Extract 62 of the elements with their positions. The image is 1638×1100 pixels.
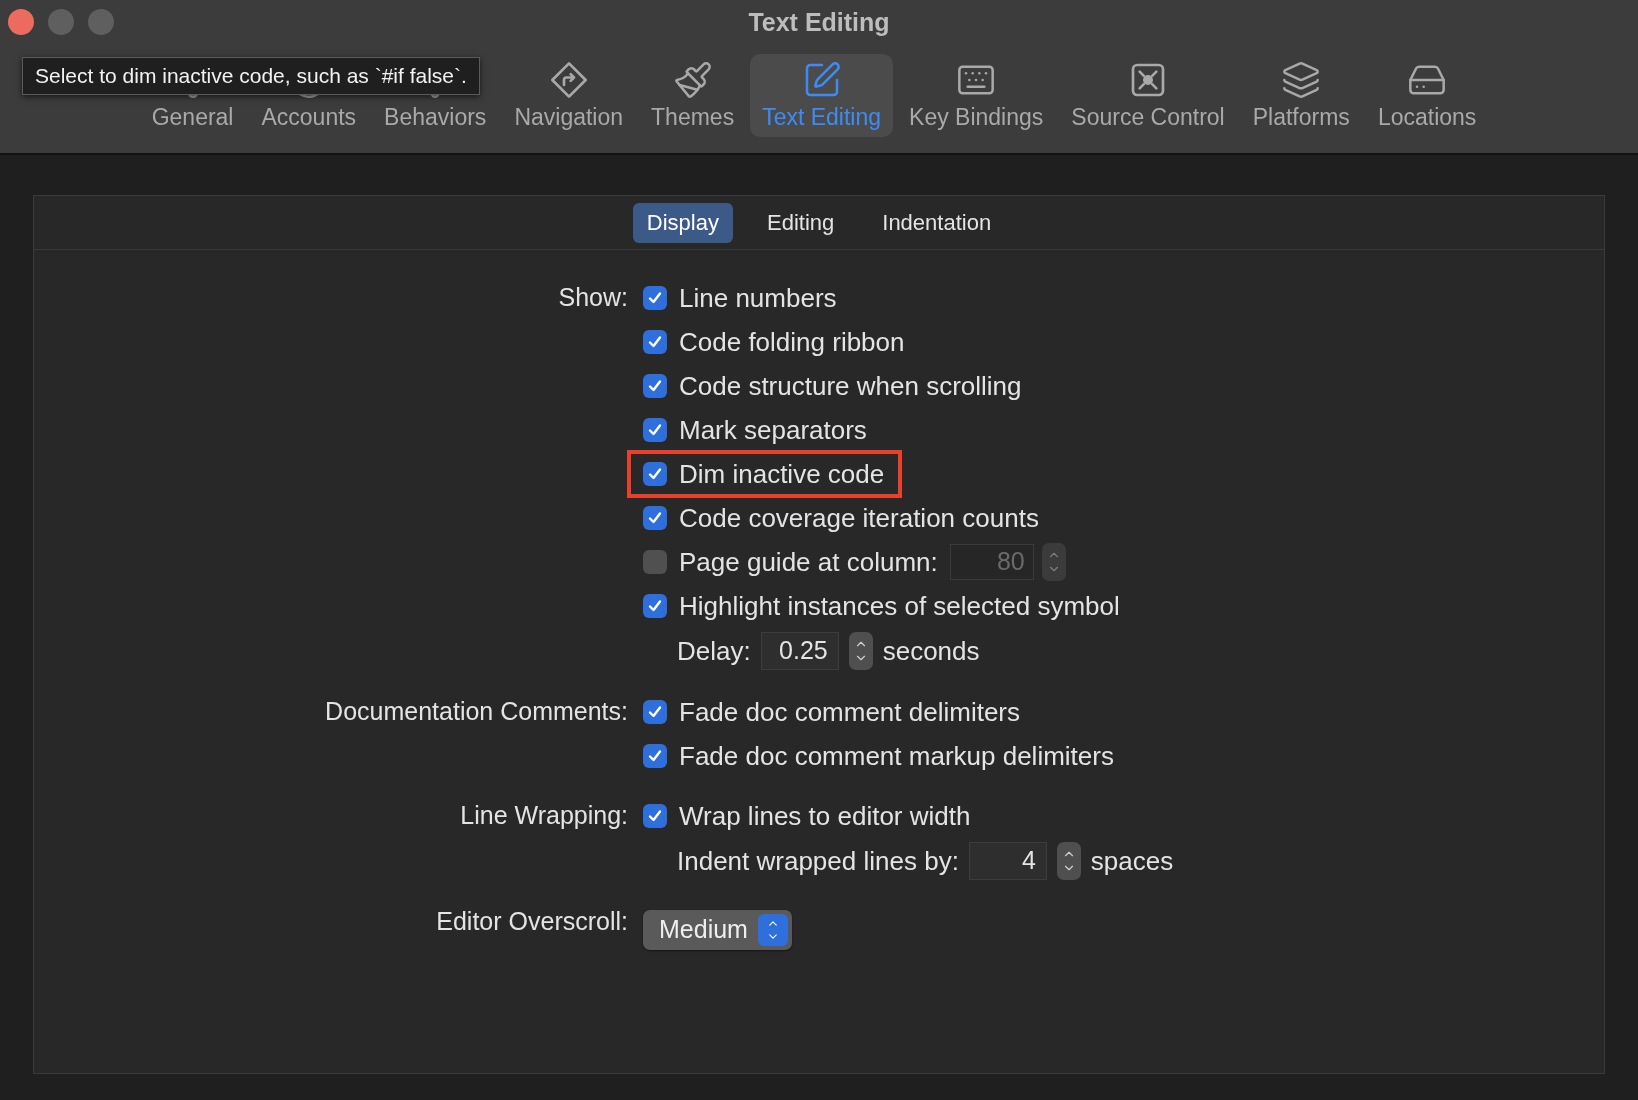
toolbar-tab[interactable]: Source Control xyxy=(1059,54,1237,137)
toolbar-tab[interactable]: Key Bindings xyxy=(897,54,1056,137)
checkbox[interactable] xyxy=(643,744,667,768)
segment-tab[interactable]: Editing xyxy=(753,202,849,243)
segment-tab[interactable]: Display xyxy=(632,202,733,243)
checkbox[interactable] xyxy=(643,286,667,310)
layers-icon xyxy=(1281,60,1322,100)
window-title: Text Editing xyxy=(748,7,890,39)
option-label: Code folding ribbon xyxy=(679,329,905,355)
unit-label: spaces xyxy=(1090,848,1174,874)
section-label: Editor Overscroll: xyxy=(436,906,628,938)
unit-label: seconds xyxy=(882,638,980,664)
toolbar-tab[interactable]: Text Editing xyxy=(750,54,894,137)
tooltip: Select to dim inactive code, such as `#if false`. xyxy=(22,57,480,95)
option-label: Line numbers xyxy=(679,285,837,311)
checkbox[interactable] xyxy=(643,462,667,486)
option-label: Indent wrapped lines by: xyxy=(677,848,959,874)
toolbar-tab[interactable]: Platforms xyxy=(1240,54,1362,137)
checkmark-icon xyxy=(647,334,663,350)
number-field[interactable]: 4 xyxy=(968,842,1047,880)
close-button[interactable] xyxy=(8,9,34,35)
checkmark-icon xyxy=(647,704,663,720)
section-label: Documentation Comments: xyxy=(325,696,628,728)
checkbox[interactable] xyxy=(643,506,667,530)
toolbar-tab[interactable]: Themes xyxy=(639,54,747,137)
checkbox[interactable] xyxy=(643,418,667,442)
paintbrush-icon xyxy=(672,60,713,100)
diamond-arrow-icon xyxy=(548,60,589,100)
stepper[interactable] xyxy=(1041,543,1066,581)
number-field[interactable]: 0.25 xyxy=(760,632,839,670)
option-label: Delay: xyxy=(677,638,751,664)
option-label: Code structure when scrolling xyxy=(679,373,1022,399)
toolbar-tab[interactable]: Locations xyxy=(1365,54,1489,137)
checkmark-icon xyxy=(647,510,663,526)
checkbox[interactable] xyxy=(643,330,667,354)
checkmark-icon xyxy=(647,748,663,764)
checkbox[interactable] xyxy=(643,700,667,724)
checkmark-icon xyxy=(647,598,663,614)
checkmark-icon xyxy=(647,808,663,824)
stepper[interactable] xyxy=(848,632,873,670)
checkbox[interactable] xyxy=(643,804,667,828)
option-label: Page guide at column: xyxy=(679,549,938,575)
updown-icon xyxy=(757,914,788,946)
option-label: Mark separators xyxy=(679,417,867,443)
toolbar-tab[interactable]: Navigation xyxy=(502,54,636,137)
option-label: Fade doc comment markup delimiters xyxy=(679,743,1114,769)
section-label: Show: xyxy=(558,282,628,314)
checkbox[interactable] xyxy=(643,374,667,398)
section-label: Line Wrapping: xyxy=(460,800,628,832)
checkmark-icon xyxy=(647,466,663,482)
checkmark-icon xyxy=(647,422,663,438)
option-label: Code coverage iteration counts xyxy=(679,505,1039,531)
checkmark-icon xyxy=(647,378,663,394)
checkmark-icon xyxy=(647,290,663,306)
overscroll-popup[interactable]: Medium xyxy=(643,910,792,950)
option-label: Dim inactive code xyxy=(679,461,885,487)
segment-tab[interactable]: Indentation xyxy=(868,202,1006,243)
stepper[interactable] xyxy=(1056,842,1081,880)
option-label: Wrap lines to editor width xyxy=(679,803,971,829)
option-label: Highlight instances of selected symbol xyxy=(679,593,1120,619)
checkbox[interactable] xyxy=(643,594,667,618)
option-label: Fade doc comment delimiters xyxy=(679,699,1021,725)
